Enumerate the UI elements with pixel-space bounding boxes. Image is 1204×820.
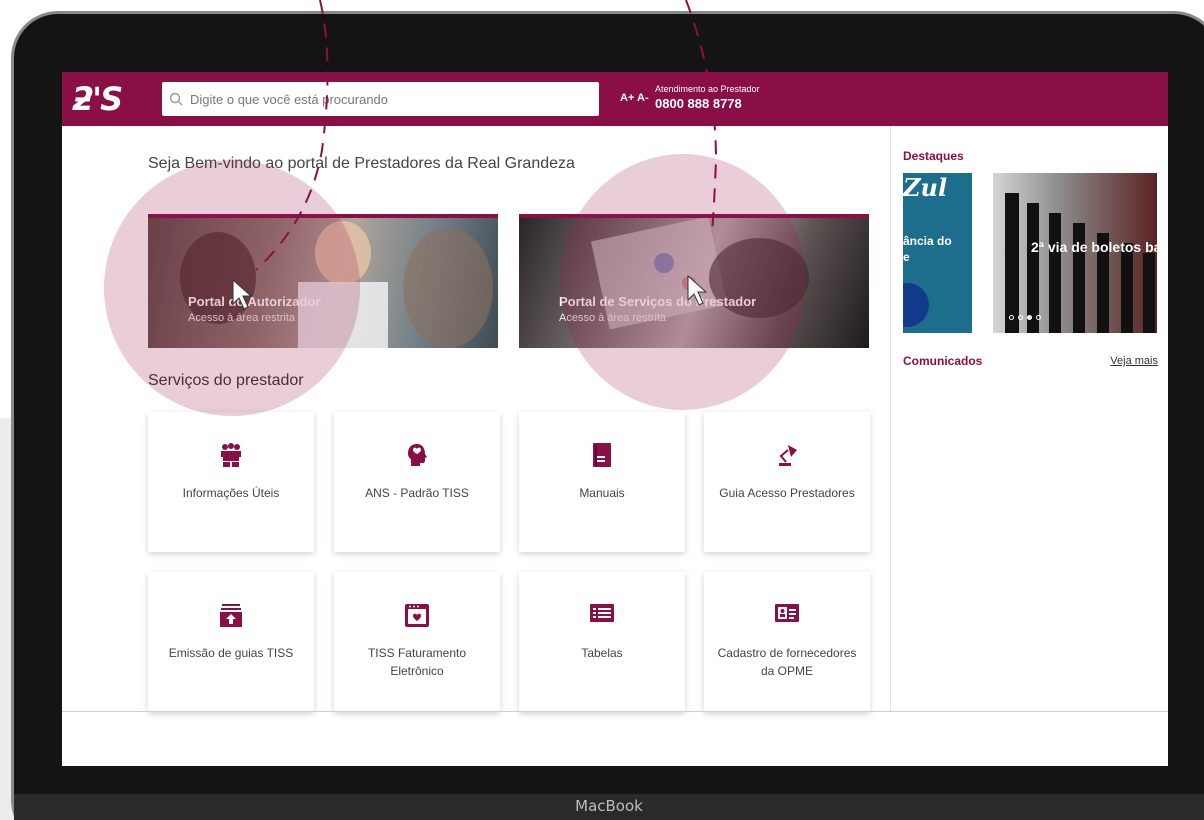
footer-divider: [62, 711, 1168, 712]
service-card-manuais[interactable]: Manuais: [519, 412, 685, 552]
people-group-icon: [221, 443, 241, 467]
service-label: Guia Acesso Prestadores: [719, 486, 855, 500]
service-card-tiss-faturamento[interactable]: TISS Faturamento Eletrônico: [334, 572, 500, 712]
list-icon: [590, 604, 614, 622]
slide-brand: Zul: [903, 173, 948, 202]
support-phone[interactable]: 0800 888 8778: [655, 96, 760, 111]
id-card-icon: [775, 604, 799, 622]
chart-bar: [1005, 193, 1019, 333]
carousel-dot-active[interactable]: [1027, 315, 1032, 320]
provider-support: Atendimento ao Prestador 0800 888 8778: [655, 84, 760, 111]
book-icon: [593, 443, 611, 467]
service-label: TISS Faturamento Eletrônico: [367, 646, 467, 678]
highlights-panel: Destaques Zul ância do e 2ª via de bolet…: [890, 126, 1168, 711]
desk-lamp-icon: [779, 445, 797, 466]
font-size-controls[interactable]: A+ A-: [620, 92, 649, 104]
stage: ƻ'S A+ A- Atendimento ao Prestador 0800 …: [0, 0, 1204, 820]
upload-tray-icon: [220, 604, 242, 627]
support-label: Atendimento ao Prestador: [655, 84, 760, 94]
news-title: Comunicados: [903, 354, 983, 368]
click-highlight: [104, 160, 360, 416]
search-bar[interactable]: [162, 82, 599, 116]
laptop-chin: MacBook: [14, 794, 1204, 820]
service-card-tabelas[interactable]: Tabelas: [519, 572, 685, 712]
calendar-heart-icon: [405, 604, 429, 627]
chart-bar: [1121, 243, 1133, 333]
carousel-dot[interactable]: [1009, 315, 1014, 320]
service-label: Cadastro de fornecedores da OPME: [717, 646, 857, 678]
search-icon[interactable]: [162, 82, 190, 116]
click-highlight: [560, 154, 806, 410]
service-label: Informações Úteis: [182, 486, 280, 500]
carousel-dot[interactable]: [1018, 315, 1023, 320]
see-more-link[interactable]: Veja mais: [1110, 355, 1158, 367]
service-card-informacoes-uteis[interactable]: Informações Úteis: [148, 412, 314, 552]
highlights-title: Destaques: [903, 149, 964, 163]
device-label: MacBook: [575, 797, 643, 815]
carousel-dot[interactable]: [1036, 315, 1041, 320]
real-grandeza-logo[interactable]: ƻ'S: [72, 83, 132, 115]
service-card-emissao-guias[interactable]: Emissão de guias TISS: [148, 572, 314, 712]
chart-bar: [1049, 213, 1061, 333]
carousel-dots[interactable]: [1009, 315, 1041, 320]
highlight-slide-2[interactable]: 2ª via de boletos ba: [993, 173, 1157, 333]
service-label: Emissão de guias TISS: [168, 646, 294, 660]
chart-bar: [1027, 203, 1039, 333]
slide-decoration: [903, 283, 929, 327]
slide-text: 2ª via de boletos ba: [1031, 239, 1157, 255]
service-card-cadastro-opme[interactable]: Cadastro de fornecedores da OPME: [704, 572, 870, 712]
service-card-ans-tiss[interactable]: ANS - Padrão TISS: [334, 412, 500, 552]
service-label: Tabelas: [581, 646, 623, 660]
head-heart-icon: [408, 444, 427, 466]
site-header: ƻ'S A+ A- Atendimento ao Prestador 0800 …: [62, 72, 1168, 126]
search-input[interactable]: [190, 84, 599, 114]
service-card-guia-acesso[interactable]: Guia Acesso Prestadores: [704, 412, 870, 552]
service-label: Manuais: [579, 486, 625, 500]
chart-bar: [1143, 253, 1155, 333]
service-label: ANS - Padrão TISS: [365, 486, 469, 500]
highlight-slide-1[interactable]: Zul ância do e: [903, 173, 972, 333]
slide-text: ância do e: [903, 234, 952, 264]
